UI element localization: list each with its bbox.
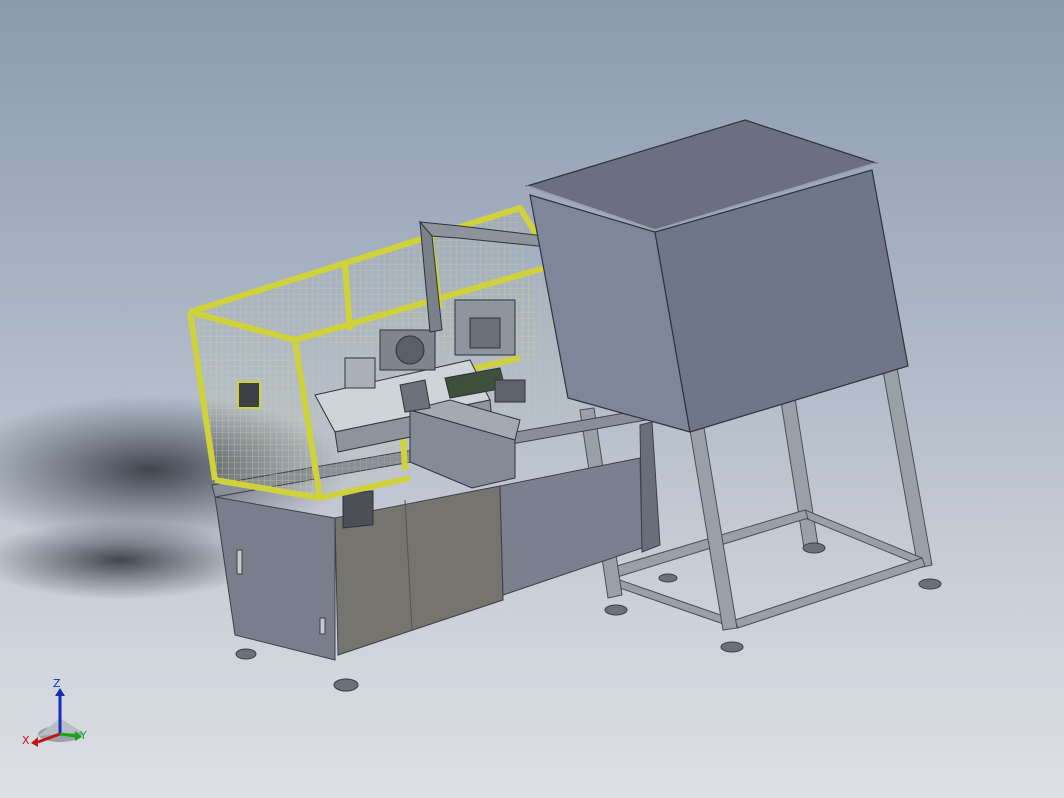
hopper-box[interactable] [525, 119, 909, 433]
cad-viewport[interactable]: Z X Y [0, 0, 1064, 798]
cabinet-hinge [319, 617, 326, 635]
x-axis-label: X [22, 734, 30, 747]
control-panel-window [342, 490, 374, 529]
guard-door-latch[interactable] [237, 381, 261, 409]
y-axis-label: Y [80, 729, 87, 742]
y-axis-arrow [59, 732, 77, 738]
z-axis-label: Z [53, 677, 61, 690]
coordinate-triad[interactable]: Z X Y [18, 676, 98, 756]
cabinet-handle[interactable] [236, 549, 243, 575]
machine-assembly-model[interactable] [0, 0, 1064, 798]
cabinet-feet [235, 648, 359, 692]
